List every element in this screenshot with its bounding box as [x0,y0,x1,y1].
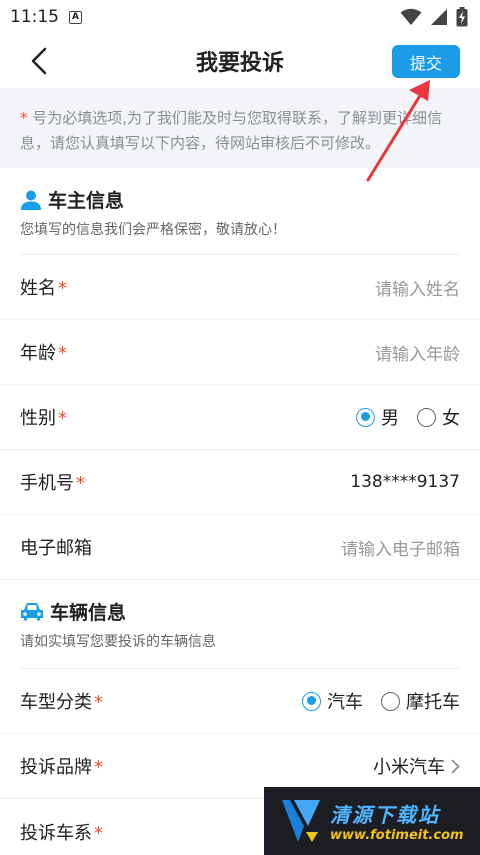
watermark-cn: 清源下载站 [330,803,440,827]
age-input[interactable]: 请输入年龄 [375,340,460,365]
vehicle-type-car-radio[interactable]: 汽车 [302,688,363,714]
gender-female-radio[interactable]: 女 [417,404,460,430]
watermark-url: www.fotimeit.com [330,828,464,843]
vehicle-type-radio-group: 汽车 摩托车 [302,688,460,714]
page-title: 我要投诉 [195,51,284,76]
person-icon [21,190,41,210]
required-mark: * [94,757,103,778]
vehicle-type-car-label: 汽车 [327,692,363,713]
required-mark: * [58,343,67,364]
back-button[interactable] [22,44,56,78]
age-row: 年龄 * 请输入年龄 [0,320,480,385]
email-label: 电子邮箱 [20,538,92,559]
brand-value: 小米汽车 [373,757,445,778]
vehicle-type-moto-radio[interactable]: 摩托车 [381,688,460,714]
owner-section-subtitle: 您填写的信息我们会严格保密，敬请放心！ [20,222,286,238]
battery-icon [456,7,468,27]
email-row: 电子邮箱 请输入电子邮箱 [0,515,480,580]
phone-input[interactable]: 138****9137 [350,472,460,492]
radio-checked-icon [356,407,375,427]
required-mark: * [58,278,67,299]
vehicle-type-row: 车型分类 * 汽车 摩托车 [0,669,480,734]
brand-label: 投诉品牌 [20,757,92,778]
owner-section-header: 车主信息 您填写的信息我们会严格保密，敬请放心！ [0,168,480,254]
series-label: 投诉车系 [20,822,92,844]
chevron-left-icon [31,47,47,75]
notification-icon: A [69,10,82,24]
phone-label: 手机号 [20,473,74,494]
gender-label: 性别 [20,408,56,429]
required-mark: * [94,822,103,844]
vehicle-section-title: 车辆信息 [50,602,127,624]
vehicle-section-subtitle: 请如实填写您要投诉的车辆信息 [20,634,216,650]
vehicle-section-header: 车辆信息 请如实填写您要投诉的车辆信息 [0,580,480,668]
vehicle-type-moto-label: 摩托车 [406,692,460,713]
radio-unchecked-icon [417,407,436,427]
logo-icon [282,800,320,842]
name-row: 姓名 * 请输入姓名 [0,255,480,320]
gender-male-label: 男 [381,408,399,429]
email-input[interactable]: 请输入电子邮箱 [341,535,460,560]
required-mark: * [76,473,85,494]
chevron-right-icon [451,759,460,773]
required-mark: * [58,408,67,429]
name-input[interactable]: 请输入姓名 [375,275,460,300]
required-mark: * [94,692,103,713]
signal-icon [431,9,447,25]
notice-banner: * 号为必填选项,为了我们能及时与您取得联系，了解到更详细信息，请您认真填写以下… [0,88,480,168]
radio-unchecked-icon [381,691,400,711]
gender-row: 性别 * 男 女 [0,385,480,450]
vehicle-type-label: 车型分类 [20,692,92,713]
notice-star: * [20,109,28,127]
brand-select[interactable]: 小米汽车 [373,753,460,779]
nav-bar: 我要投诉 提交 [0,34,480,88]
phone-row: 手机号 * 138****9137 [0,450,480,515]
notice-text: 号为必填选项,为了我们能及时与您取得联系，了解到更详细信息，请您认真填写以下内容… [20,109,443,152]
gender-female-label: 女 [442,408,460,429]
radio-checked-icon [302,691,321,711]
submit-button[interactable]: 提交 [392,45,460,78]
watermark-logo: 清源下载站 www.fotimeit.com [264,787,480,855]
age-label: 年龄 [20,343,56,364]
name-label: 姓名 [20,278,56,299]
gender-radio-group: 男 女 [356,404,460,430]
wifi-icon [400,8,422,25]
car-icon [21,602,43,620]
owner-section-title: 车主信息 [48,190,125,212]
status-time: 11:15 [10,7,59,27]
gender-male-radio[interactable]: 男 [356,404,399,430]
status-bar: 11:15 A [0,0,480,34]
